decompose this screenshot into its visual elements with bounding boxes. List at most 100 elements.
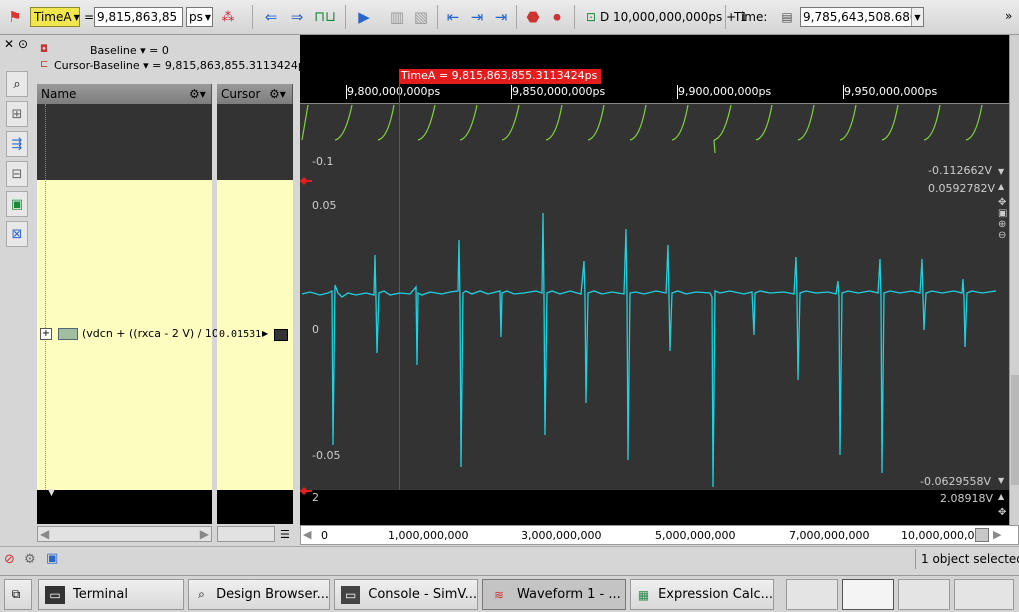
workspace-1[interactable] [786, 579, 838, 610]
time-unit-select[interactable]: ps ▼ [186, 7, 213, 27]
gear-icon[interactable]: ⚙▾ [269, 87, 286, 101]
step-icon[interactable]: ⇥ [466, 6, 488, 28]
cursor-time-input[interactable]: 9,815,863,85 [94, 7, 183, 27]
overview-tick-label: 7,000,000,000 [789, 529, 870, 542]
arrow-left-icon[interactable]: ⇐ [260, 6, 282, 28]
settings-icon[interactable]: ⚙ [24, 552, 36, 567]
scroll-right-icon[interactable]: ▶ [200, 527, 209, 541]
group-icon[interactable]: ▣ [6, 191, 28, 217]
taskbar-item-label: Waveform 1 - ... [517, 587, 621, 602]
signal-name[interactable]: (vdcn + ((rxca - 2 V) / 10)) [82, 327, 227, 340]
cursor-select-label: TimeA [34, 10, 72, 24]
y-label: 0.05 [312, 199, 337, 212]
scroll-left-icon[interactable]: ◀ [40, 527, 49, 541]
taskbar-item-waveform[interactable]: ≋ Waveform 1 - ... [482, 579, 626, 610]
name-hscrollbar[interactable]: ◀ ▶ [37, 526, 212, 542]
scale-down-icon[interactable]: ▼ [998, 476, 1004, 485]
stop-sign-icon[interactable]: ⊘ [4, 552, 15, 567]
scale-up-icon[interactable]: ▲ [998, 492, 1004, 501]
waveform-viewer[interactable]: 9,800,000,000ps 9,850,000,000ps 9,900,00… [300, 35, 1009, 525]
cursor-time-value: 9,815,863,85 [97, 10, 178, 24]
overview-left-icon[interactable]: ◀ [303, 528, 311, 541]
marker-delete-icon[interactable]: ⁂ [217, 6, 239, 28]
name-column-header[interactable]: Name ⚙▾ [37, 84, 212, 104]
baseline-label[interactable]: Baseline ▾ = 0 [90, 44, 169, 57]
y-label: -0.05 [312, 449, 341, 462]
value-display-icon[interactable] [274, 329, 288, 341]
pause-icon[interactable]: ▥ [386, 6, 408, 28]
name-top-band [37, 104, 212, 180]
taskbar-item-design-browser[interactable]: ⌕ Design Browser... [188, 579, 330, 610]
cursor-baseline-label[interactable]: Cursor-Baseline ▾ = 9,815,863,855.311342… [54, 59, 311, 72]
analog-signal-icon [58, 328, 78, 340]
pan-icon[interactable]: ✥ [998, 507, 1006, 518]
cursor-hscrollbar[interactable] [217, 526, 275, 542]
taskbar-item-label: Terminal [73, 587, 128, 602]
overview-right-icon[interactable]: ▶ [993, 528, 1001, 541]
cursor-column-header[interactable]: Cursor ⚙▾ [217, 84, 293, 104]
vscroll-thumb[interactable] [1011, 375, 1019, 485]
undock-icon[interactable]: ⊙ [18, 37, 28, 51]
waveform-vscrollbar[interactable] [1009, 35, 1019, 525]
divider-handle-icon [300, 177, 308, 185]
time-overview-bar[interactable]: ◀ 0 1,000,000,000 3,000,000,000 5,000,00… [300, 525, 1019, 545]
run-to-end-icon[interactable]: ⇥ [490, 6, 512, 28]
scale-down-icon[interactable]: ▼ [998, 167, 1004, 176]
overview-thumb[interactable] [975, 528, 989, 542]
zoom-tool-icon[interactable]: ⌕ [6, 71, 28, 97]
taskbar-item-expression-calc[interactable]: ▦ Expression Calc... [630, 579, 774, 610]
step-back-icon[interactable]: ⇤ [442, 6, 464, 28]
top-green-trace [301, 104, 983, 154]
compare-icon[interactable]: ⊠ [6, 221, 28, 247]
taskbar-item-label: Design Browser... [216, 587, 329, 602]
toolbar-overflow-icon[interactable]: » [1005, 9, 1012, 23]
cursor-flag-icon[interactable]: ⚑ [4, 6, 26, 28]
time-grid-icon[interactable]: ▤ [776, 6, 798, 28]
memory-icon[interactable]: ⊟ [6, 161, 28, 187]
time-input[interactable]: 9,785,643,508.680 [800, 7, 924, 27]
main-toolbar: ⚑ TimeA ▼ = 9,815,863,85 ps ▼ ⁂ ⇐ ⇒ ⊓⊔ ▶ ▥… [0, 0, 1019, 35]
cursor-bottom-band [217, 490, 293, 524]
play-icon[interactable]: ▶ [353, 6, 375, 28]
breakpoint-icon[interactable]: ⬣ [522, 6, 544, 28]
y-label: -0.1 [312, 155, 334, 168]
save-icon[interactable]: ▣ [46, 551, 58, 566]
workspace-3[interactable] [898, 579, 950, 610]
top-trace-max-label: -0.112662V [928, 164, 992, 177]
workspace-4[interactable] [954, 579, 1014, 610]
overview-tick-label: 1,000,000,000 [388, 529, 469, 542]
tree-guide-line [45, 104, 46, 490]
arrow-right-icon[interactable]: ⇒ [286, 6, 308, 28]
show-desktop-button[interactable]: ⧉ [4, 579, 32, 610]
divider-handle-icon [300, 487, 308, 495]
main-trace-max-label: 0.0592782V [928, 182, 996, 195]
time-dropdown-icon[interactable]: ▼ [911, 8, 923, 26]
cursor-top-band [217, 104, 293, 180]
cursor-column-label: Cursor [221, 87, 261, 101]
baseline-icon[interactable]: ◘ [40, 44, 48, 55]
expand-toggle[interactable]: + [40, 328, 52, 340]
close-icon[interactable]: ✕ [4, 37, 14, 51]
signals-icon[interactable]: ⇶ [6, 131, 28, 157]
taskbar-item-label: Expression Calc... [658, 587, 773, 602]
scale-up-icon[interactable]: ▲ [998, 182, 1004, 191]
cursor-select[interactable]: TimeA ▼ [30, 7, 80, 27]
stop-icon[interactable]: ▧ [410, 6, 432, 28]
y-label: 0 [312, 323, 319, 336]
record-icon[interactable]: ⏺ [546, 6, 568, 28]
taskbar: ⧉ ▭ Terminal ⌕ Design Browser... ▭ Conso… [0, 575, 1019, 612]
taskbar-item-terminal[interactable]: ▭ Terminal [38, 579, 184, 610]
taskbar-item-console[interactable]: ▭ Console - SimV... [334, 579, 478, 610]
pan-zoom-icon[interactable]: ✥ ▣ ⊕ ⊖ [998, 197, 1007, 241]
edge-search-icon[interactable]: ⊓⊔ [314, 6, 336, 28]
calculator-icon: ▦ [637, 587, 650, 602]
workspace-2[interactable] [842, 579, 894, 610]
value-overflow-icon: ▶ [262, 329, 269, 338]
gear-icon[interactable]: ⚙▾ [189, 87, 206, 101]
chevron-down-icon: ▼ [204, 12, 212, 22]
name-column-label: Name [41, 87, 77, 101]
overview-tick-label: 0 [321, 529, 328, 542]
hierarchy-icon[interactable]: ⊞ [6, 101, 28, 127]
bottom-trace-max-label: 2.08918V [940, 492, 994, 505]
list-icon[interactable]: ☰ [280, 528, 290, 541]
